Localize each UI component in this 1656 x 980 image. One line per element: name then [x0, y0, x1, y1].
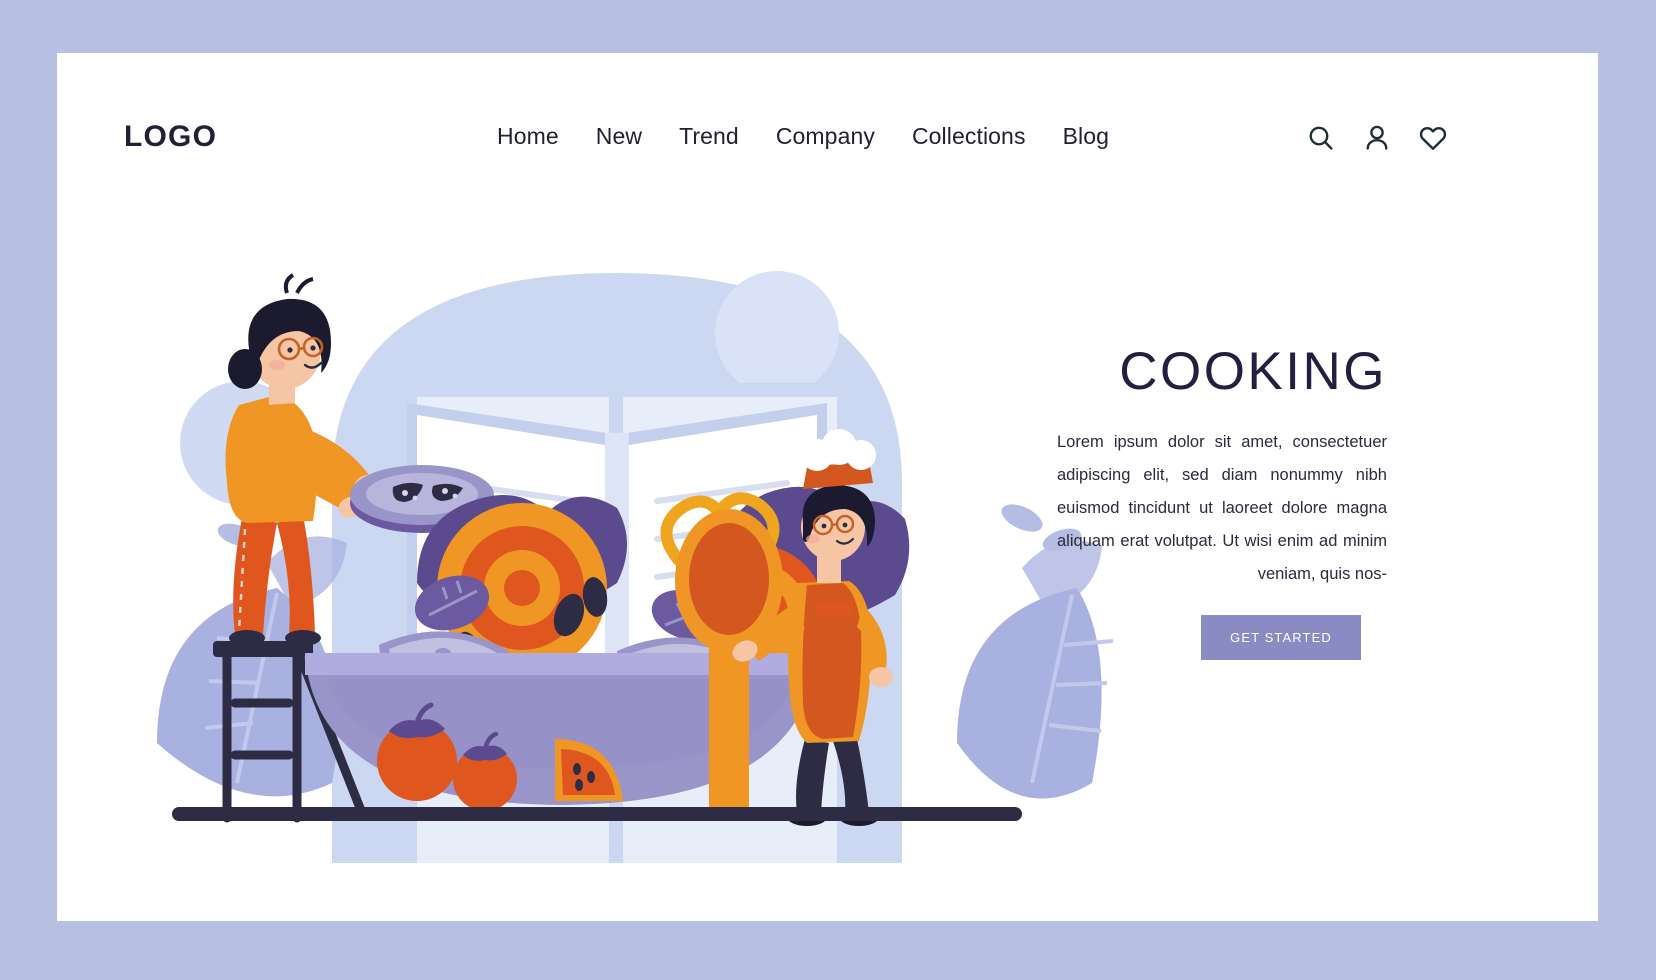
user-icon[interactable]	[1362, 123, 1392, 153]
hero-description: Lorem ipsum dolor sit amet, consectetuer…	[1057, 433, 1387, 584]
get-started-button[interactable]: GET STARTED	[1201, 615, 1361, 661]
hero-content: COOKING Lorem ipsum dolor sit amet, cons…	[1057, 342, 1387, 661]
site-header: LOGO Home New Trend Company Collections …	[57, 53, 1598, 193]
nav-item-collections[interactable]: Collections	[912, 123, 1026, 150]
landing-panel: LOGO Home New Trend Company Collections …	[57, 53, 1598, 921]
nav-item-home[interactable]: Home	[497, 123, 559, 150]
page-title: COOKING	[1119, 342, 1387, 401]
nav-item-new[interactable]: New	[596, 123, 642, 150]
header-icon-group	[1306, 123, 1448, 153]
nav-item-blog[interactable]: Blog	[1063, 123, 1109, 150]
nav-item-company[interactable]: Company	[776, 123, 875, 150]
main-navigation: Home New Trend Company Collections Blog	[497, 123, 1109, 150]
hero-illustration	[117, 183, 1117, 863]
nav-item-trend[interactable]: Trend	[679, 123, 739, 150]
heart-icon[interactable]	[1418, 123, 1448, 153]
page-root: LOGO Home New Trend Company Collections …	[0, 0, 1656, 980]
logo[interactable]: LOGO	[124, 120, 217, 154]
search-icon[interactable]	[1306, 123, 1336, 153]
